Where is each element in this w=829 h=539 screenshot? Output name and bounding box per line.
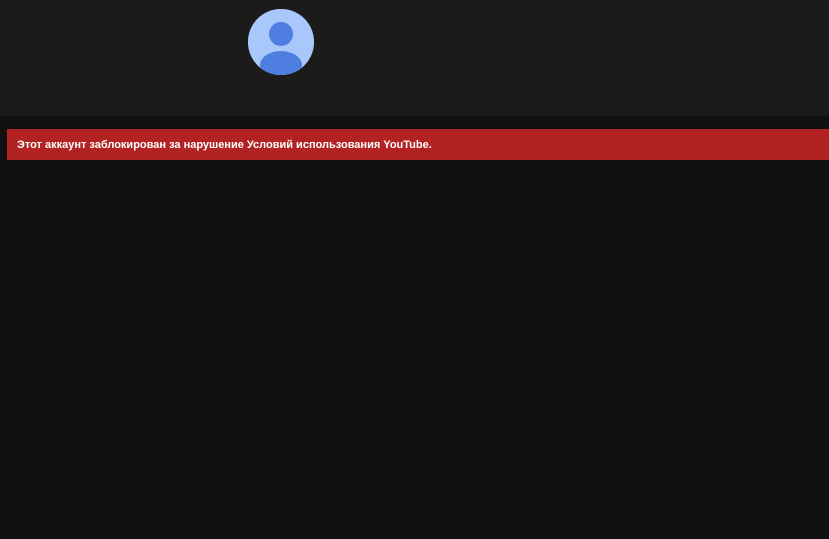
channel-avatar[interactable] [248, 9, 314, 75]
banner-message: Этот аккаунт заблокирован за нарушение У… [17, 138, 432, 151]
channel-page: Этот аккаунт заблокирован за нарушение У… [0, 0, 829, 539]
channel-header [0, 0, 829, 116]
account-terminated-banner: Этот аккаунт заблокирован за нарушение У… [7, 129, 829, 160]
default-user-avatar-icon [248, 9, 314, 75]
